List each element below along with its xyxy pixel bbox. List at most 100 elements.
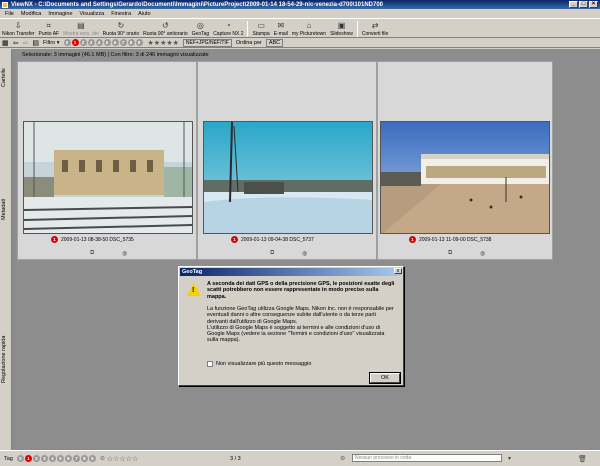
geotag-button[interactable]: ◎ GeoTag xyxy=(190,19,212,38)
nikon-transfer-button[interactable]: ⇩ Nikon Transfer xyxy=(0,19,37,38)
rotate-cw-button[interactable]: ↻ Ruota 90° orario xyxy=(101,19,141,38)
af-point-icon: ⌗ xyxy=(46,21,52,30)
rating-filter[interactable]: ★★★★★ xyxy=(148,39,179,47)
forward-icon[interactable]: ⇨ xyxy=(23,39,29,47)
menu-visualizza[interactable]: Visualizza xyxy=(80,11,105,17)
show-versions-button[interactable]: ▤ Mostra vers. dei xyxy=(61,19,101,38)
capture-nx-icon: ◔ xyxy=(225,21,231,30)
tab-cartelle[interactable]: Cartelle xyxy=(1,53,11,103)
dialog-close-button[interactable]: x xyxy=(394,268,402,274)
print-icon: ▭ xyxy=(257,21,265,30)
picturetown-button[interactable]: ⌂ my Picturetown xyxy=(290,19,328,38)
dont-show-again-label: Non visualizzare più questo messaggio xyxy=(216,361,312,367)
convert-files-button[interactable]: ⇄ Converti file xyxy=(360,19,390,38)
tag-label-4[interactable]: 4 xyxy=(48,455,56,462)
tag-rating[interactable]: ☆☆☆☆☆ xyxy=(107,455,138,463)
grid-view-icon[interactable]: ▦ xyxy=(2,39,9,47)
globe-icon[interactable]: ◍ xyxy=(480,250,485,257)
tag-label-5[interactable]: 5 xyxy=(56,455,64,462)
versions-icon[interactable]: ⧉ xyxy=(90,250,94,257)
email-icon: ✉ xyxy=(277,21,285,30)
format-filter[interactable]: NEF+JPG/NEF/TIF xyxy=(182,38,232,47)
bottom-bar: Tag 0 1 2 3 4 5 6 7 8 9 ⊘ ☆☆☆☆☆ 3 / 3 ⚙ … xyxy=(0,450,600,466)
tag-label-8[interactable]: 8 xyxy=(80,455,88,462)
photo-image xyxy=(24,122,192,233)
rotate-ccw-button[interactable]: ↺ Ruota 90° antiorario xyxy=(141,19,190,38)
menu-file[interactable]: File xyxy=(5,11,14,17)
label-0-button[interactable]: 0 xyxy=(63,39,71,46)
minimize-button[interactable]: _ xyxy=(569,1,578,8)
tab-regolazione-rapida[interactable]: Regolazione rapida xyxy=(1,319,11,399)
slideshow-button[interactable]: ▣ Slideshow xyxy=(328,19,355,38)
label-badge: 1 xyxy=(409,236,416,243)
queue-icon: ⚙ xyxy=(340,456,346,462)
label-3-button[interactable]: 3 xyxy=(87,39,95,46)
label-2-button[interactable]: 2 xyxy=(79,39,87,46)
thumbnail-card[interactable]: 1 2009-01-13 08-38-50 DSC_5735 ⧉ ◍ xyxy=(17,61,197,260)
dont-show-again-checkbox[interactable] xyxy=(207,361,213,367)
versions-icon[interactable]: ⧉ xyxy=(270,250,274,257)
close-window-button[interactable]: × xyxy=(589,1,598,8)
folder-up-icon[interactable]: ▤ xyxy=(32,39,39,47)
tab-metadati[interactable]: Metadati xyxy=(1,184,11,234)
tag-labels: 0 1 2 3 4 5 6 7 8 9 xyxy=(16,455,97,462)
main-toolbar: ⇩ Nikon Transfer ⌗ Punto AF ▤ Mostra vers. … xyxy=(0,18,600,38)
process-queue-field[interactable]: Nessun processo in coda xyxy=(352,454,502,462)
trash-icon[interactable]: 🗑 xyxy=(578,455,587,463)
thumbnail-caption: 1 2009-01-13 11-09-00 DSC_5738 xyxy=(409,236,491,243)
filter-dropdown[interactable]: Filtro ▾ xyxy=(43,40,60,46)
tag-label-2[interactable]: 2 xyxy=(32,455,40,462)
rotate-ccw-icon: ↺ xyxy=(162,21,169,30)
no-rating-icon[interactable]: ⊘ xyxy=(100,455,105,462)
photo-image xyxy=(204,122,372,233)
toolbar-separator xyxy=(356,21,358,37)
process-menu-icon[interactable]: ▾ xyxy=(508,455,511,462)
slideshow-icon: ▣ xyxy=(337,21,346,30)
label-7-button[interactable]: 7 xyxy=(119,39,127,46)
ok-button[interactable]: OK xyxy=(369,372,401,384)
thumbnail-caption: 1 2009-01-13 08-38-50 DSC_5735 xyxy=(51,236,134,243)
filter-bar: ▦ ⇦ ⇨ ▤ Filtro ▾ 0 1 2 3 4 5 6 7 8 9 ★★★… xyxy=(0,38,600,48)
label-5-button[interactable]: 5 xyxy=(103,39,111,46)
globe-icon[interactable]: ◍ xyxy=(122,250,127,257)
tag-label-3[interactable]: 3 xyxy=(40,455,48,462)
tag-label-6[interactable]: 6 xyxy=(64,455,72,462)
af-point-button[interactable]: ⌗ Punto AF xyxy=(37,19,62,38)
photo-image xyxy=(381,122,549,233)
label-8-button[interactable]: 8 xyxy=(127,39,135,46)
back-icon[interactable]: ⇦ xyxy=(13,39,19,47)
geotag-icon: ◎ xyxy=(196,21,204,30)
label-6-button[interactable]: 6 xyxy=(111,39,119,46)
menu-finestra[interactable]: Finestra xyxy=(111,11,131,17)
photo-station-square xyxy=(380,121,550,234)
menu-aiuto[interactable]: Aiuto xyxy=(138,11,151,17)
tag-label-0[interactable]: 0 xyxy=(16,455,24,462)
label-9-button[interactable]: 9 xyxy=(135,39,143,46)
email-button[interactable]: ✉ E-mail xyxy=(272,19,290,38)
sort-select[interactable]: ABC xyxy=(265,38,284,47)
app-icon xyxy=(2,1,8,8)
print-button[interactable]: ▭ Stampa xyxy=(250,19,271,38)
selection-status: Selezionate: 3 immagini (46.1 MB) | Con … xyxy=(22,52,209,58)
toolbar-separator xyxy=(247,21,249,37)
window-titlebar: ViewNX - C:\Documents and Settings\Gerar… xyxy=(0,0,600,9)
thumbnail-card[interactable]: 1 2009-01-13 09-04-38 DSC_5737 ⧉ ◍ xyxy=(197,61,377,260)
capture-nx-button[interactable]: ◔ Capture NX 2 xyxy=(211,19,245,38)
sort-label: Ordina per xyxy=(235,39,262,46)
tag-label-1[interactable]: 1 xyxy=(24,455,32,462)
geotag-dialog: GeoTag x ! A seconda dei dati GPS o dell… xyxy=(178,266,404,386)
tag-label-9[interactable]: 9 xyxy=(88,455,96,462)
transfer-icon: ⇩ xyxy=(14,21,22,30)
label-filter: 0 1 2 3 4 5 6 7 8 9 xyxy=(63,39,144,46)
window-title: ViewNX - C:\Documents and Settings\Gerar… xyxy=(11,1,384,8)
menu-modifica[interactable]: Modifica xyxy=(21,11,41,17)
maximize-button[interactable]: □ xyxy=(579,1,588,8)
tag-label-7[interactable]: 7 xyxy=(72,455,80,462)
label-1-button[interactable]: 1 xyxy=(71,39,79,46)
label-4-button[interactable]: 4 xyxy=(95,39,103,46)
menu-immagine[interactable]: Immagine xyxy=(48,11,72,17)
versions-icon[interactable]: ⧉ xyxy=(448,250,452,257)
thumbnail-caption: 1 2009-01-13 09-04-38 DSC_5737 xyxy=(231,236,314,243)
globe-icon[interactable]: ◍ xyxy=(302,250,307,257)
thumbnail-card[interactable]: 1 2009-01-13 11-09-00 DSC_5738 ⧉ ◍ xyxy=(377,61,553,260)
